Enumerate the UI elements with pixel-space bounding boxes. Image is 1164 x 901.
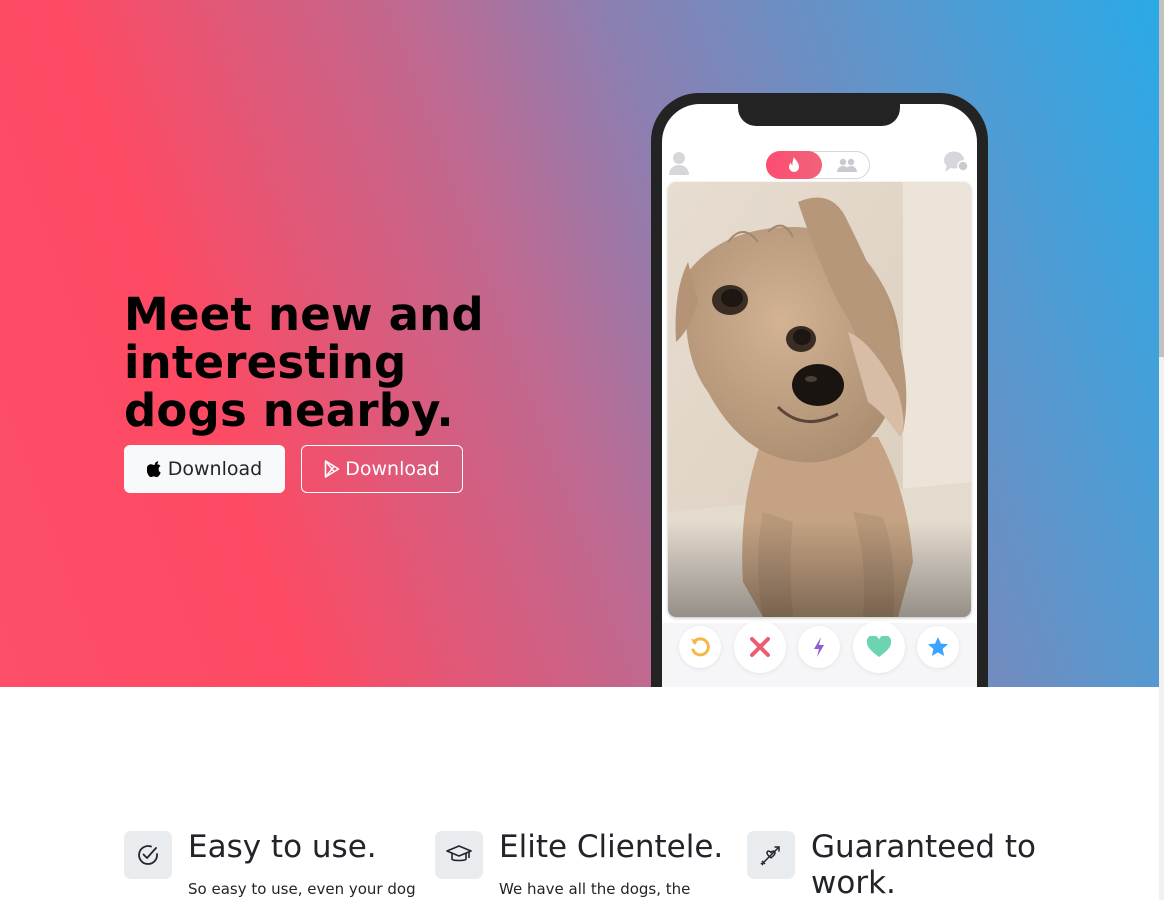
page-scrollbar[interactable] [1159, 0, 1164, 900]
google-play-download-label: Download [345, 458, 440, 480]
like-button[interactable] [853, 621, 905, 673]
feature-title: Easy to use. [188, 829, 377, 865]
rewind-icon [691, 637, 710, 657]
like-icon [866, 636, 892, 657]
toggle-active-option[interactable] [766, 151, 822, 179]
boost-icon [814, 637, 824, 657]
apple-download-label: Download [167, 458, 263, 480]
apple-icon [146, 461, 161, 478]
scrollbar-thumb[interactable] [1159, 0, 1164, 357]
hero-section: Meet new and interesting dogs nearby. Do… [0, 0, 1159, 687]
super-like-button[interactable] [917, 626, 959, 668]
phone-notch [738, 104, 900, 126]
phone-screen [662, 104, 977, 687]
feature-text: We have all the dogs, the [499, 880, 691, 898]
check-circle-icon [124, 831, 172, 879]
phone-mockup [651, 93, 988, 687]
graduation-cap-icon [435, 831, 483, 879]
nope-icon [750, 637, 770, 657]
feature-text: So easy to use, even your dog [188, 880, 416, 898]
feature-title: Guaranteed to work. [811, 829, 1037, 901]
profile-icon[interactable] [668, 150, 690, 180]
google-play-download-button[interactable]: Download [301, 445, 463, 493]
dog-photo [668, 182, 971, 617]
apple-download-button[interactable]: Download [124, 445, 285, 493]
group-icon[interactable] [835, 156, 859, 178]
super-like-icon [928, 637, 948, 656]
app-top-bar [662, 140, 977, 180]
arrow-heart-icon [747, 831, 795, 879]
google-play-icon [324, 460, 340, 478]
boost-button[interactable] [798, 626, 840, 668]
hero-headline: Meet new and interesting dogs nearby. [124, 288, 484, 437]
nope-button[interactable] [734, 621, 786, 673]
feature-title: Elite Clientele. [499, 829, 724, 865]
dog-photo-card[interactable] [668, 182, 971, 617]
flame-icon [789, 157, 799, 172]
rewind-button[interactable] [679, 626, 721, 668]
action-bar [662, 621, 977, 687]
chat-icon[interactable] [943, 150, 969, 178]
mode-toggle[interactable] [766, 151, 870, 179]
